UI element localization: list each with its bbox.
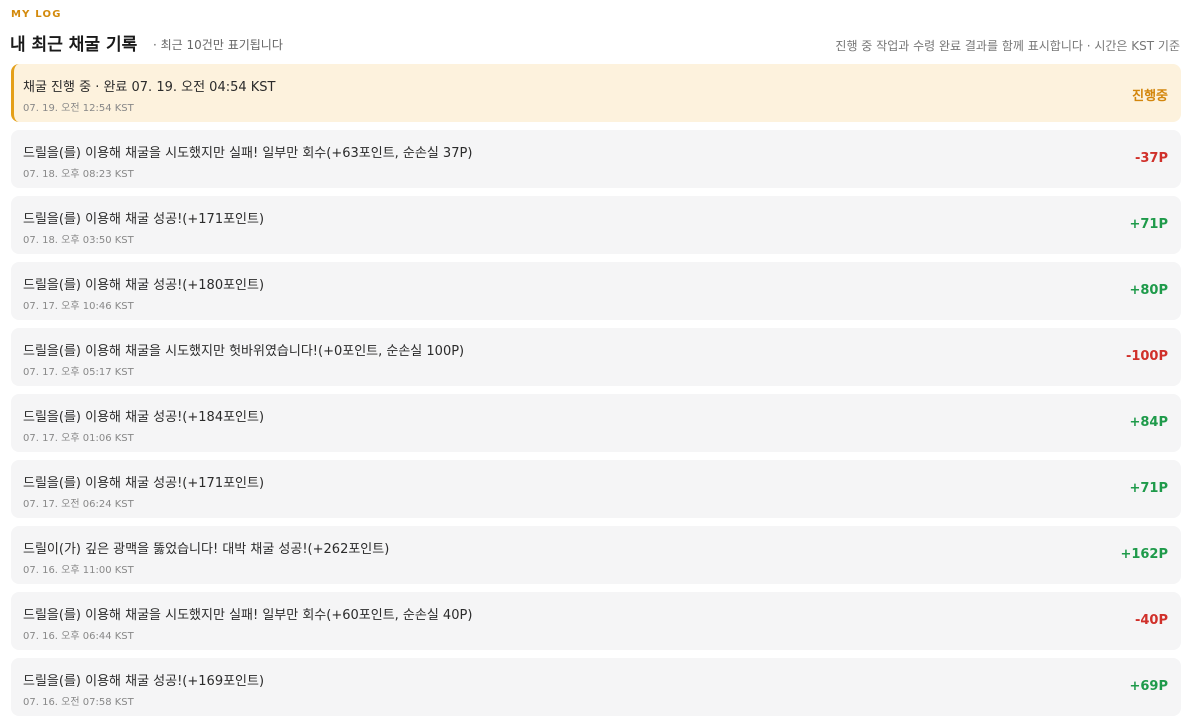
record-time: 07. 17. 오후 10:46 KST: [23, 301, 134, 312]
record-amount: -40P: [1134, 613, 1168, 628]
section-eyebrow: MY LOG: [11, 9, 62, 20]
record-row-4: 드릴을(를) 이용해 채굴을 시도했지만 헛바위였습니다!(+0포인트, 순손실…: [11, 328, 1181, 386]
record-row-8: 드릴을(를) 이용해 채굴을 시도했지만 실패! 일부만 회수(+60포인트, …: [11, 592, 1181, 650]
record-message: 드릴을(를) 이용해 채굴 성공!(+180포인트): [23, 278, 265, 293]
record-amount: +162P: [1120, 547, 1168, 562]
record-amount: +84P: [1129, 415, 1168, 430]
record-message: 채굴 진행 중 · 완료 07. 19. 오전 04:54 KST: [23, 80, 276, 95]
record-row-2: 드릴을(를) 이용해 채굴 성공!(+171포인트) 07. 18. 오후 03…: [11, 196, 1181, 254]
record-row-1: 드릴을(를) 이용해 채굴을 시도했지만 실패! 일부만 회수(+63포인트, …: [11, 130, 1181, 188]
record-amount: +71P: [1129, 217, 1168, 232]
record-time: 07. 18. 오후 08:23 KST: [23, 169, 134, 180]
record-amount: -37P: [1134, 151, 1168, 166]
record-message: 드릴을(를) 이용해 채굴 성공!(+184포인트): [23, 410, 265, 425]
record-amount: +69P: [1129, 679, 1168, 694]
record-message: 드릴을(를) 이용해 채굴을 시도했지만 실패! 일부만 회수(+63포인트, …: [23, 146, 473, 161]
record-row-3: 드릴을(를) 이용해 채굴 성공!(+180포인트) 07. 17. 오후 10…: [11, 262, 1181, 320]
record-message: 드릴을(를) 이용해 채굴을 시도했지만 헛바위였습니다!(+0포인트, 순손실…: [23, 344, 465, 359]
record-time: 07. 16. 오전 07:58 KST: [23, 697, 134, 708]
info-note: 진행 중 작업과 수령 완료 결과를 함께 표시합니다 · 시간은 KST 기준: [835, 39, 1180, 53]
record-message: 드릴을(를) 이용해 채굴 성공!(+171포인트): [23, 212, 265, 227]
record-message: 드릴을(를) 이용해 채굴을 시도했지만 실패! 일부만 회수(+60포인트, …: [23, 608, 473, 623]
page-subtitle: · 최근 10건만 표기됩니다: [153, 38, 283, 52]
record-amount: +80P: [1129, 283, 1168, 298]
record-list: 채굴 진행 중 · 완료 07. 19. 오전 04:54 KST 07. 19…: [11, 64, 1181, 724]
record-time: 07. 17. 오후 05:17 KST: [23, 367, 134, 378]
record-time: 07. 18. 오후 03:50 KST: [23, 235, 134, 246]
record-row-0: 채굴 진행 중 · 완료 07. 19. 오전 04:54 KST 07. 19…: [11, 64, 1181, 122]
page-title: 내 최근 채굴 기록: [10, 35, 138, 55]
record-row-9: 드릴을(를) 이용해 채굴 성공!(+169포인트) 07. 16. 오전 07…: [11, 658, 1181, 716]
record-amount: 진행중: [1132, 89, 1168, 104]
record-message: 드릴을(를) 이용해 채굴 성공!(+169포인트): [23, 674, 265, 689]
record-message: 드릴이(가) 깊은 광맥을 뚫었습니다! 대박 채굴 성공!(+262포인트): [23, 542, 390, 557]
record-time: 07. 17. 오후 01:06 KST: [23, 433, 134, 444]
record-amount: +71P: [1129, 481, 1168, 496]
record-row-7: 드릴이(가) 깊은 광맥을 뚫었습니다! 대박 채굴 성공!(+262포인트) …: [11, 526, 1181, 584]
mining-log-panel: MY LOG 내 최근 채굴 기록 · 최근 10건만 표기됩니다 진행 중 작…: [0, 0, 1191, 728]
record-amount: -100P: [1125, 349, 1168, 364]
record-time: 07. 16. 오후 06:44 KST: [23, 631, 134, 642]
record-row-6: 드릴을(를) 이용해 채굴 성공!(+171포인트) 07. 17. 오전 06…: [11, 460, 1181, 518]
record-time: 07. 17. 오전 06:24 KST: [23, 499, 134, 510]
record-row-5: 드릴을(를) 이용해 채굴 성공!(+184포인트) 07. 17. 오후 01…: [11, 394, 1181, 452]
record-time: 07. 19. 오전 12:54 KST: [23, 103, 134, 114]
record-message: 드릴을(를) 이용해 채굴 성공!(+171포인트): [23, 476, 265, 491]
record-time: 07. 16. 오후 11:00 KST: [23, 565, 134, 576]
